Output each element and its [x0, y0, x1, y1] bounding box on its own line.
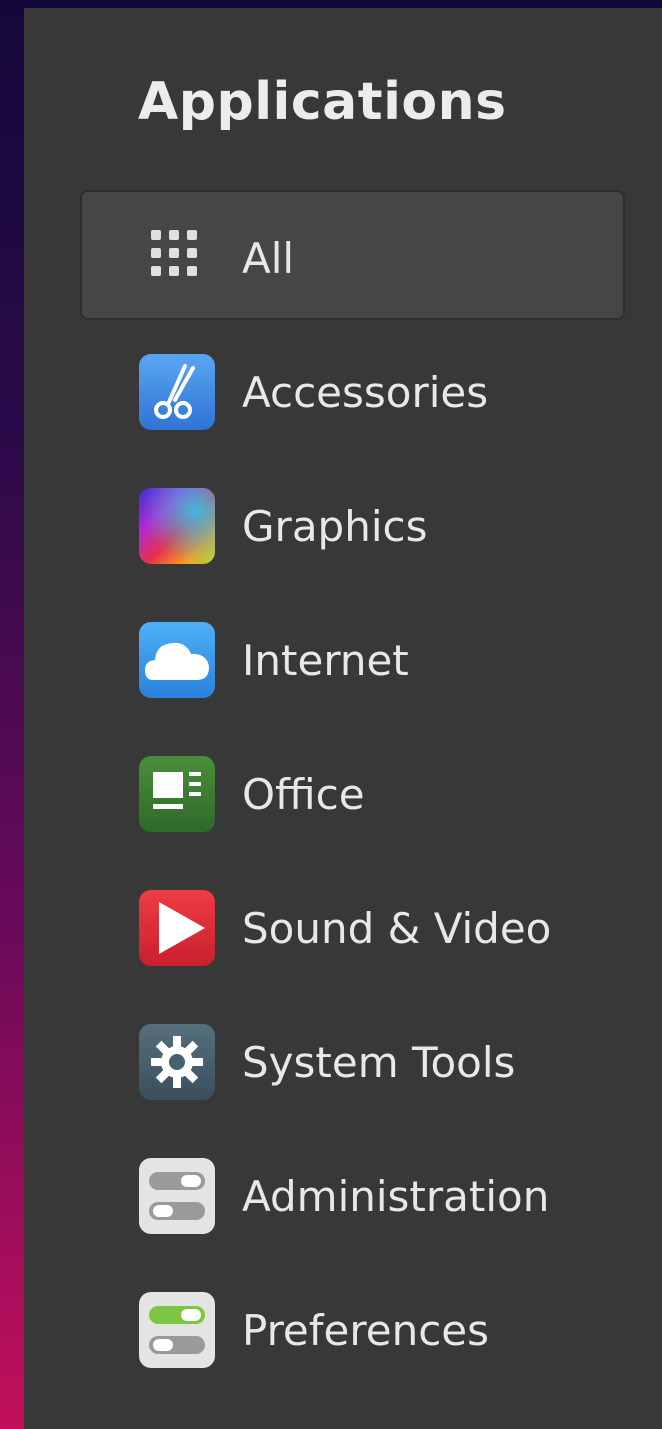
apps-grid-icon: [137, 218, 217, 298]
category-label: Internet: [242, 636, 409, 685]
category-item-accessories[interactable]: Accessories: [80, 324, 625, 454]
category-item-graphics[interactable]: Graphics: [80, 458, 625, 588]
category-label: Administration: [242, 1172, 550, 1221]
category-label: Accessories: [242, 368, 489, 417]
gear-icon: [137, 1022, 217, 1102]
category-item-all[interactable]: All: [80, 190, 625, 320]
play-icon: [137, 888, 217, 968]
category-label: Office: [242, 770, 365, 819]
category-label: All: [242, 234, 295, 283]
section-title: Applications: [138, 72, 507, 132]
toggle-switches-on-icon: [137, 1290, 217, 1370]
color-palette-icon: [137, 486, 217, 566]
category-item-administration[interactable]: Administration: [80, 1128, 625, 1258]
category-label: Graphics: [242, 502, 428, 551]
category-label: Sound & Video: [242, 904, 552, 953]
category-list: All Accessories Graphics Internet Office…: [80, 190, 625, 1396]
category-item-internet[interactable]: Internet: [80, 592, 625, 722]
category-item-system-tools[interactable]: System Tools: [80, 994, 625, 1124]
scissors-icon: [137, 352, 217, 432]
cloud-icon: [137, 620, 217, 700]
category-item-sound-video[interactable]: Sound & Video: [80, 860, 625, 990]
category-item-preferences[interactable]: Preferences: [80, 1262, 625, 1392]
toggle-switches-icon: [137, 1156, 217, 1236]
category-item-office[interactable]: Office: [80, 726, 625, 856]
document-icon: [137, 754, 217, 834]
category-label: System Tools: [242, 1038, 516, 1087]
category-label: Preferences: [242, 1306, 490, 1355]
